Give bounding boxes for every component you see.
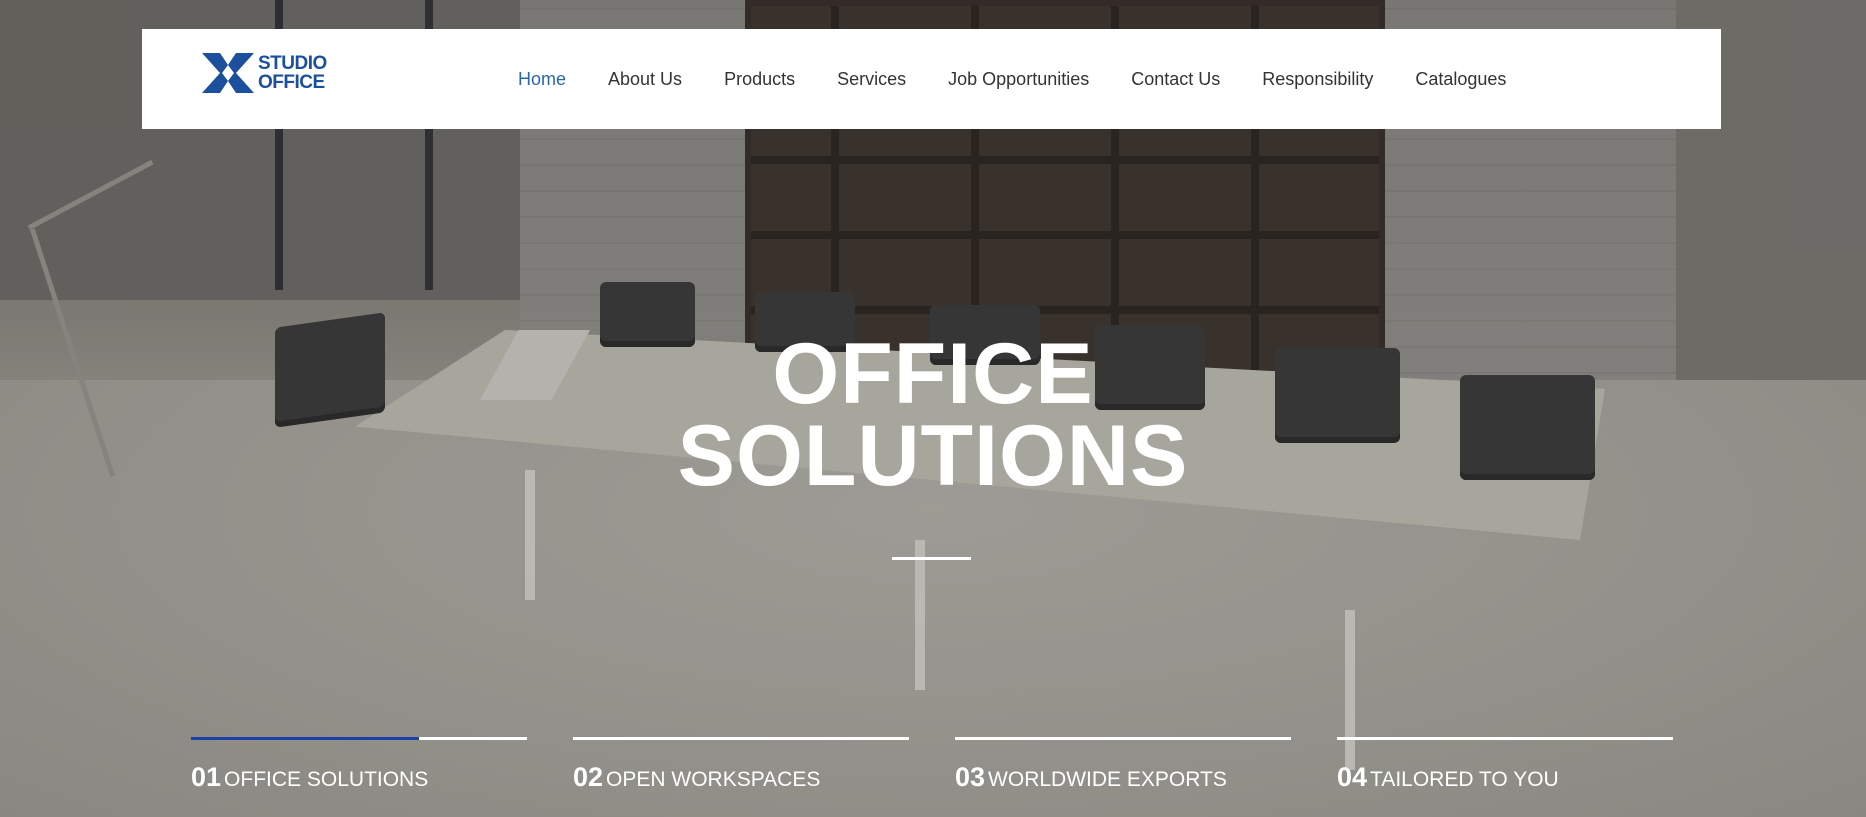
- nav-item-home[interactable]: Home: [518, 69, 566, 90]
- slide-progress-fill: [191, 737, 420, 740]
- slide-label: 04 TAILORED TO YOU: [1337, 762, 1673, 793]
- slide-progress-track: [191, 737, 527, 740]
- hero-section: STUDIO OFFICE Home About Us Products Ser…: [0, 0, 1866, 817]
- slide-tab-3[interactable]: 03 WORLDWIDE EXPORTS: [955, 737, 1291, 793]
- slide-tab-2[interactable]: 02 OPEN WORKSPACES: [573, 737, 909, 793]
- hero-title-line-1: OFFICE: [772, 326, 1094, 422]
- main-navigation: Home About Us Products Services Job Oppo…: [518, 29, 1548, 129]
- logo-line-2: OFFICE: [258, 72, 325, 93]
- slide-progress-track: [1337, 737, 1673, 740]
- slide-tab-1[interactable]: 01 OFFICE SOLUTIONS: [191, 737, 527, 793]
- logo-wordmark: STUDIO OFFICE: [258, 54, 327, 92]
- studio-office-logo[interactable]: STUDIO OFFICE: [202, 53, 327, 93]
- slide-title: OFFICE SOLUTIONS: [224, 768, 429, 791]
- navbar: STUDIO OFFICE Home About Us Products Ser…: [142, 29, 1721, 129]
- slide-number: 04: [1337, 762, 1368, 792]
- hero-title-line-2: SOLUTIONS: [677, 408, 1189, 504]
- slide-label: 01 OFFICE SOLUTIONS: [191, 762, 527, 793]
- hero-title: OFFICE SOLUTIONS: [0, 326, 1866, 504]
- nav-item-contact-us[interactable]: Contact Us: [1131, 69, 1220, 90]
- slide-label: 03 WORLDWIDE EXPORTS: [955, 762, 1291, 793]
- nav-item-about-us[interactable]: About Us: [608, 69, 682, 90]
- slide-number: 01: [191, 762, 222, 792]
- slide-title: TAILORED TO YOU: [1370, 768, 1559, 791]
- slide-progress-track: [573, 737, 909, 740]
- hero-divider: [892, 557, 971, 560]
- nav-item-job-opportunities[interactable]: Job Opportunities: [948, 69, 1089, 90]
- nav-item-catalogues[interactable]: Catalogues: [1415, 69, 1506, 90]
- slide-tab-4[interactable]: 04 TAILORED TO YOU: [1337, 737, 1673, 793]
- nav-item-products[interactable]: Products: [724, 69, 795, 90]
- slide-label: 02 OPEN WORKSPACES: [573, 762, 909, 793]
- slide-number: 03: [955, 762, 986, 792]
- slide-progress-track: [955, 737, 1291, 740]
- slide-title: OPEN WORKSPACES: [606, 768, 821, 791]
- logo-line-1: STUDIO: [258, 53, 327, 74]
- nav-item-responsibility[interactable]: Responsibility: [1262, 69, 1373, 90]
- nav-item-services[interactable]: Services: [837, 69, 906, 90]
- logo-icon: [202, 53, 254, 93]
- slide-number: 02: [573, 762, 604, 792]
- slide-title: WORLDWIDE EXPORTS: [988, 768, 1227, 791]
